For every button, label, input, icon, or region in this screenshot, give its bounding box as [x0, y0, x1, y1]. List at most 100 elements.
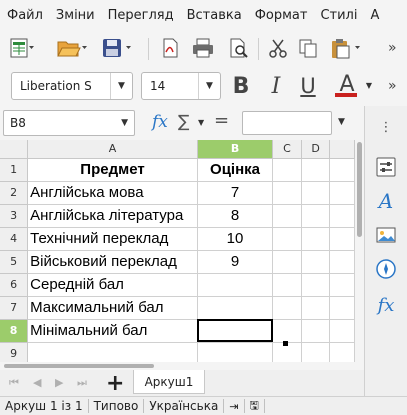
- toolbar-overflow-button[interactable]: »: [388, 40, 397, 56]
- cell-a7[interactable]: Максимальний бал: [27, 296, 198, 320]
- horizontal-scrollbar[interactable]: [0, 362, 364, 370]
- cell-b5[interactable]: 9: [197, 250, 274, 274]
- chevron-down-icon[interactable]: ▼: [198, 118, 204, 127]
- row-header[interactable]: 5: [0, 250, 29, 274]
- font-color-button[interactable]: A: [332, 70, 362, 100]
- cell-a4[interactable]: Технічний переклад: [27, 227, 198, 251]
- row-header[interactable]: 7: [0, 296, 29, 320]
- cell[interactable]: [329, 250, 355, 274]
- function-wizard-button[interactable]: fx: [152, 112, 168, 132]
- cell[interactable]: [329, 319, 355, 343]
- add-sheet-button[interactable]: +: [106, 371, 124, 396]
- paste-button[interactable]: [328, 36, 366, 60]
- gallery-button[interactable]: [373, 222, 399, 248]
- print-preview-button[interactable]: [226, 36, 250, 60]
- cell-a9[interactable]: [27, 342, 198, 362]
- cell-b9[interactable]: [197, 342, 274, 362]
- cell-table[interactable]: A B C D 1 Предмет Оцінка 2 Англійська мо…: [0, 140, 355, 362]
- row-header[interactable]: 3: [0, 204, 29, 228]
- cell-b1[interactable]: Оцінка: [197, 158, 274, 182]
- cell-a5[interactable]: Військовий переклад: [27, 250, 198, 274]
- cell[interactable]: [301, 227, 331, 251]
- print-button[interactable]: [190, 36, 216, 60]
- menu-insert[interactable]: Вставка: [180, 8, 248, 23]
- chevron-down-icon[interactable]: ▼: [198, 73, 220, 99]
- cell[interactable]: [329, 342, 355, 362]
- spreadsheet-grid[interactable]: A B C D 1 Предмет Оцінка 2 Англійська мо…: [0, 140, 355, 362]
- font-size-combo[interactable]: 14 ▼: [141, 72, 221, 100]
- cell[interactable]: [301, 296, 331, 320]
- underline-button[interactable]: U: [296, 72, 320, 100]
- font-name-combo[interactable]: Liberation S ▼: [11, 72, 133, 100]
- row-header-selected[interactable]: 8: [0, 319, 29, 343]
- cell[interactable]: [301, 273, 331, 297]
- row-header[interactable]: 4: [0, 227, 29, 251]
- expand-formula-bar-button[interactable]: ▼: [338, 117, 345, 127]
- cell-a1[interactable]: Предмет: [27, 158, 198, 182]
- open-button[interactable]: [56, 36, 88, 60]
- styles-button[interactable]: A: [373, 188, 399, 214]
- cell[interactable]: [329, 158, 355, 182]
- save-button[interactable]: [100, 36, 134, 60]
- cell-a2[interactable]: Англійська мова: [27, 181, 198, 205]
- vertical-scrollbar-thumb[interactable]: [357, 142, 362, 237]
- cell[interactable]: [329, 181, 355, 205]
- column-header-d[interactable]: D: [301, 140, 331, 159]
- chevron-down-icon[interactable]: ▼: [110, 73, 132, 99]
- active-cell-b8[interactable]: [197, 319, 274, 343]
- formula-button[interactable]: =: [214, 110, 229, 131]
- cell-a6[interactable]: Середній бал: [27, 273, 198, 297]
- new-spreadsheet-button[interactable]: [6, 36, 36, 60]
- menu-view[interactable]: Перегляд: [101, 8, 180, 23]
- menu-more[interactable]: А: [363, 8, 385, 23]
- cell[interactable]: [329, 227, 355, 251]
- sheet-tab-active[interactable]: Аркуш1: [133, 370, 205, 394]
- cell-b2[interactable]: 7: [197, 181, 274, 205]
- cell[interactable]: [301, 342, 331, 362]
- cell[interactable]: [301, 158, 331, 182]
- bold-button[interactable]: B: [228, 72, 254, 100]
- sidebar-menu-icon[interactable]: ⋮: [373, 114, 399, 140]
- chevron-down-icon[interactable]: ▼: [364, 80, 374, 90]
- cell-a8[interactable]: Мінімальний бал: [27, 319, 198, 343]
- cell-b6[interactable]: [197, 273, 274, 297]
- status-language[interactable]: Українська: [144, 399, 223, 413]
- cell[interactable]: [329, 273, 355, 297]
- cell[interactable]: [272, 204, 302, 228]
- previous-sheet-icon[interactable]: ◀: [33, 376, 41, 389]
- cell[interactable]: [272, 158, 302, 182]
- menu-edit[interactable]: Зміни: [49, 8, 101, 23]
- row-header[interactable]: 6: [0, 273, 29, 297]
- cell[interactable]: [301, 319, 331, 343]
- navigator-button[interactable]: [373, 256, 399, 282]
- selection-mode-icon[interactable]: ⇥: [224, 400, 243, 413]
- cell-b7[interactable]: [197, 296, 274, 320]
- cell-b4[interactable]: 10: [197, 227, 274, 251]
- italic-button[interactable]: I: [264, 72, 288, 100]
- cell[interactable]: [301, 204, 331, 228]
- cell-a3[interactable]: Англійська література: [27, 204, 198, 228]
- sum-button[interactable]: ∑: [178, 112, 189, 132]
- copy-button[interactable]: [296, 36, 320, 60]
- status-page-style[interactable]: Типово: [89, 399, 144, 413]
- select-all-corner[interactable]: [0, 140, 29, 159]
- cell-b3[interactable]: 8: [197, 204, 274, 228]
- functions-button[interactable]: fx: [373, 292, 399, 318]
- column-header-e[interactable]: [329, 140, 355, 159]
- export-pdf-button[interactable]: [158, 36, 182, 60]
- cell[interactable]: [272, 227, 302, 251]
- horizontal-scrollbar-thumb[interactable]: [4, 364, 154, 368]
- vertical-scrollbar[interactable]: [355, 140, 364, 362]
- cell[interactable]: [272, 250, 302, 274]
- formula-input[interactable]: [242, 111, 332, 135]
- cell[interactable]: [301, 181, 331, 205]
- chevron-down-icon[interactable]: ▼: [121, 118, 128, 128]
- properties-button[interactable]: [373, 154, 399, 180]
- cell[interactable]: [329, 296, 355, 320]
- menu-format[interactable]: Формат: [248, 8, 314, 23]
- menu-styles[interactable]: Стилі: [313, 8, 363, 23]
- cut-button[interactable]: [266, 36, 290, 60]
- column-header-a[interactable]: A: [27, 140, 198, 159]
- row-header[interactable]: 1: [0, 158, 29, 182]
- cell[interactable]: [329, 204, 355, 228]
